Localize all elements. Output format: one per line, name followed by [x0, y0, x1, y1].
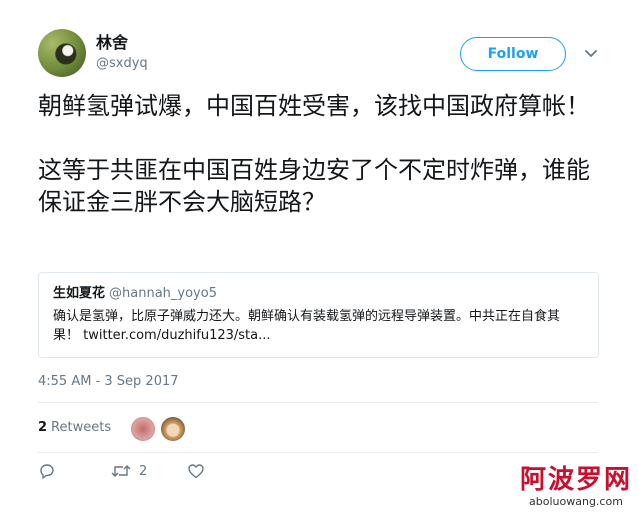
- retweet-icon: [111, 465, 131, 477]
- quoted-author-handle: @hannah_yoyo5: [109, 286, 217, 301]
- author-avatar[interactable]: [38, 29, 86, 77]
- reply-icon: [40, 464, 54, 479]
- watermark: 阿波罗网 aboluowang.com: [520, 465, 632, 509]
- quoted-tweet-header: 生如夏花 @hannah_yoyo5: [53, 285, 584, 303]
- author-name[interactable]: 林舍: [96, 33, 128, 53]
- chevron-down-icon[interactable]: [582, 44, 600, 62]
- tweet-text: 朝鲜氢弹试爆，中国百姓受害，该找中国政府算帐！ 这等于共匪在中国百姓身边安了个不…: [38, 90, 598, 218]
- tweet-paragraph: 朝鲜氢弹试爆，中国百姓受害，该找中国政府算帐！: [38, 92, 590, 120]
- retweeter-avatar[interactable]: [130, 416, 156, 442]
- quoted-author-name: 生如夏花: [53, 286, 106, 301]
- retweet-label: Retweets: [51, 420, 112, 435]
- tweet-paragraph: 这等于共匪在中国百姓身边安了个不定时炸弹，谁能保证金三胖不会大脑短路？: [38, 156, 590, 216]
- retweeter-avatars: [130, 416, 190, 442]
- retweeter-avatar[interactable]: [160, 416, 186, 442]
- follow-button[interactable]: Follow: [460, 37, 566, 71]
- quoted-tweet[interactable]: 生如夏花 @hannah_yoyo5 确认是氢弹，比原子弹威力还大。朝鲜确认有装载…: [38, 272, 599, 358]
- divider: [38, 402, 598, 403]
- like-action[interactable]: [187, 462, 205, 480]
- retweet-stats[interactable]: 2 Retweets: [38, 420, 111, 435]
- author-handle[interactable]: @sxdyq: [96, 56, 148, 72]
- watermark-url: aboluowang.com: [529, 495, 623, 508]
- tweet-timestamp[interactable]: 4:55 AM - 3 Sep 2017: [38, 374, 179, 389]
- tweet-actions: 2: [38, 462, 205, 480]
- heart-icon: [188, 464, 204, 479]
- retweet-action[interactable]: 2: [110, 462, 147, 480]
- watermark-title: 阿波罗网: [519, 465, 632, 495]
- quoted-tweet-text: 确认是氢弹，比原子弹威力还大。朝鲜确认有装载氢弹的远程导弹装置。中共正在自食其果…: [53, 309, 561, 343]
- reply-action[interactable]: [38, 462, 56, 480]
- retweet-action-count: 2: [139, 463, 148, 479]
- divider: [38, 452, 598, 453]
- retweet-count: 2: [38, 420, 48, 435]
